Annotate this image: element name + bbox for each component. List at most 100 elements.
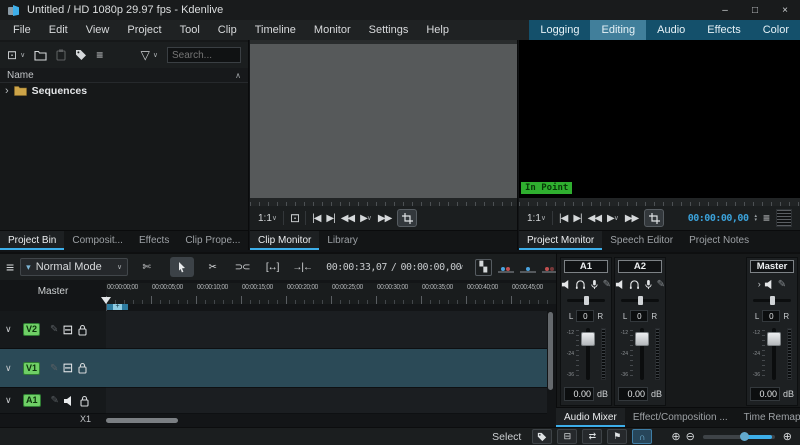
hide-track-icon[interactable]: ⊟ — [62, 322, 73, 338]
chevron-down-icon[interactable]: ∨ — [5, 324, 19, 335]
snap-magnet-button[interactable]: ∩ — [632, 429, 652, 444]
zoom-in-icon[interactable]: ⊕ — [783, 430, 792, 443]
timecode-display[interactable]: 00:00:00,00 — [688, 213, 749, 224]
sort-chevron-icon[interactable]: ∧ — [235, 71, 241, 80]
collapse-icon[interactable]: › — [758, 279, 761, 289]
lock-icon[interactable] — [79, 395, 90, 407]
mixed-insert-icon[interactable] — [498, 261, 514, 273]
tab-project-monitor[interactable]: Project Monitor — [519, 231, 602, 250]
pan-handle[interactable] — [584, 296, 589, 305]
close-button[interactable]: × — [770, 0, 800, 20]
zoom-chevron-icon[interactable]: ∨ — [541, 214, 546, 222]
tab-project-notes[interactable]: Project Notes — [681, 231, 757, 250]
timeline-zoom-slider[interactable] — [703, 435, 775, 439]
timeline-horizontal-scrollbar[interactable] — [106, 418, 178, 423]
menu-tool[interactable]: Tool — [171, 20, 209, 40]
pan-handle[interactable] — [770, 296, 775, 305]
insert-zone-button[interactable]: [↔] — [260, 257, 284, 277]
pan-slider[interactable] — [567, 296, 605, 305]
tab-speech-editor[interactable]: Speech Editor — [602, 231, 681, 250]
use-timeline-zone-button[interactable]: ▚ — [475, 259, 492, 276]
workspace-tab-color[interactable]: Color — [752, 20, 800, 40]
tab-compositions[interactable]: Composit... — [64, 231, 131, 250]
balance-value[interactable]: 0 — [630, 310, 648, 322]
chevron-down-icon[interactable]: ∨ — [459, 263, 463, 271]
volume-fader[interactable]: -12 -24 -36 — [615, 326, 665, 382]
search-input[interactable] — [167, 47, 241, 63]
ripple-tool-button[interactable]: →|← — [290, 257, 314, 277]
open-folder-icon[interactable] — [34, 50, 47, 61]
workspace-tab-logging[interactable]: Logging — [529, 20, 590, 40]
menu-view[interactable]: View — [77, 20, 119, 40]
project-monitor-ruler[interactable] — [519, 198, 800, 206]
track-badge-v1[interactable]: V1 — [23, 362, 40, 375]
master-track-label[interactable]: Master — [0, 286, 106, 297]
pan-handle[interactable] — [638, 296, 643, 305]
menu-timeline[interactable]: Timeline — [246, 20, 305, 40]
timecode-spinner[interactable]: ▴ ▾ — [754, 214, 757, 222]
loop-zone-button[interactable] — [397, 209, 417, 227]
timeline-track-v1[interactable] — [106, 349, 547, 388]
mix-clips-button[interactable]: ✄ — [134, 257, 158, 277]
timeline-timecode[interactable]: 00:00:33,07 / 00:00:00,00 ∨ — [326, 262, 463, 273]
tab-clip-monitor[interactable]: Clip Monitor — [250, 231, 319, 250]
selection-tool-button[interactable] — [170, 257, 194, 277]
record-mic-icon[interactable] — [589, 279, 600, 290]
slider-handle[interactable] — [740, 432, 749, 441]
volume-value[interactable]: 0.00 — [564, 387, 594, 401]
solo-headphones-icon[interactable] — [629, 279, 640, 290]
menu-monitor[interactable]: Monitor — [305, 20, 360, 40]
set-in-point-icon[interactable]: |◀ — [312, 213, 320, 224]
chevron-down-icon[interactable]: ∨ — [5, 395, 19, 406]
show-markers-button[interactable] — [532, 429, 552, 444]
zone-handle-icon[interactable]: + — [113, 304, 122, 310]
bin-item-sequences[interactable]: › Sequences — [0, 85, 87, 97]
clip-monitor-ruler[interactable] — [250, 198, 517, 206]
workspace-tab-effects[interactable]: Effects — [696, 20, 751, 40]
set-in-point-icon[interactable]: |◀ — [559, 213, 567, 224]
play-icon[interactable]: ▶ — [607, 213, 614, 224]
menu-file[interactable]: File — [4, 20, 40, 40]
show-flags-button[interactable]: ⚑ — [607, 429, 627, 444]
menu-clip[interactable]: Clip — [209, 20, 246, 40]
track-badge-v2[interactable]: V2 — [23, 323, 40, 336]
workspace-tab-editing[interactable]: Editing — [590, 20, 646, 40]
solo-headphones-icon[interactable] — [575, 279, 586, 290]
workspace-tab-audio[interactable]: Audio — [646, 20, 696, 40]
filter-icon[interactable]: ▽ — [141, 48, 150, 62]
monitor-menu-icon[interactable]: ≡ — [763, 211, 770, 225]
tab-clip-properties[interactable]: Clip Prope... — [177, 231, 248, 250]
timeline-ruler[interactable]: 00:00:00;00 00:00:05;00 00:00:10;00 00:0… — [106, 283, 556, 304]
insert-zone-icon[interactable] — [520, 261, 536, 273]
fader-handle[interactable] — [635, 332, 649, 346]
edit-track-icon[interactable]: ✎ — [50, 363, 58, 374]
tab-project-bin[interactable]: Project Bin — [0, 231, 64, 250]
bin-column-header[interactable]: Name ∧ — [0, 68, 248, 83]
tab-audio-mixer[interactable]: Audio Mixer — [556, 408, 625, 427]
pan-slider[interactable] — [621, 296, 659, 305]
mute-icon[interactable] — [615, 279, 626, 290]
add-clip-icon[interactable]: ⊡ — [7, 48, 17, 62]
maximize-button[interactable]: □ — [740, 0, 770, 20]
zone-mode-icon[interactable]: ⊡ — [290, 211, 299, 225]
bin-menu-icon[interactable]: ≡ — [96, 48, 103, 62]
timeline-zone-bar[interactable]: + — [106, 304, 128, 310]
menu-settings[interactable]: Settings — [360, 20, 418, 40]
rewind-icon[interactable]: ◀◀ — [341, 213, 354, 224]
volume-value[interactable]: 0.00 — [618, 387, 648, 401]
tab-effects[interactable]: Effects — [131, 231, 177, 250]
fader-handle[interactable] — [581, 332, 595, 346]
effects-icon[interactable]: ✎ — [778, 279, 786, 290]
balance-value[interactable]: 0 — [576, 310, 594, 322]
show-thumbnails-button[interactable]: ⊟ — [557, 429, 577, 444]
forward-icon[interactable]: ▶▶ — [378, 213, 391, 224]
fader-handle[interactable] — [767, 332, 781, 346]
track-header-a1[interactable]: ∨ A1 ✎ — [0, 388, 106, 414]
volume-value[interactable]: 0.00 — [750, 387, 780, 401]
lock-icon[interactable] — [77, 362, 88, 374]
hide-track-icon[interactable]: ⊟ — [62, 360, 73, 376]
filter-chevron-icon[interactable]: ∨ — [153, 51, 158, 59]
pan-slider[interactable] — [753, 296, 791, 305]
mute-icon[interactable] — [764, 279, 775, 290]
razor-tool-button[interactable]: ✂ — [200, 257, 224, 277]
